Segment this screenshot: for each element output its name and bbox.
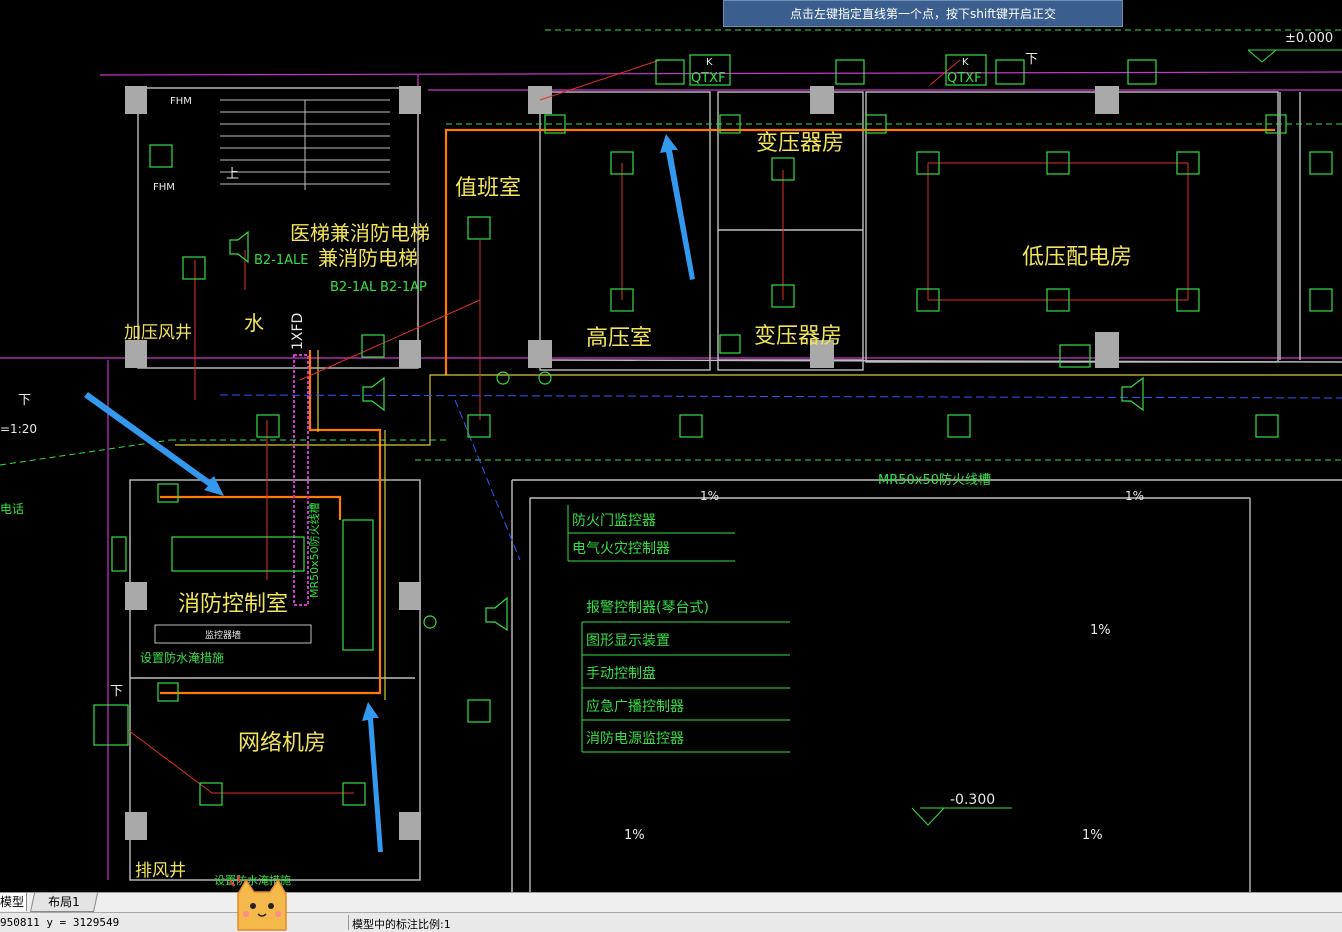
- slope-5: 1%: [1125, 489, 1144, 503]
- tab-layout1-label: 布局1: [48, 895, 80, 909]
- room-fire-control: 消防控制室: [178, 592, 288, 617]
- panel-b2-1ale: B2-1ALE: [254, 253, 309, 268]
- panel-b2-1al: B2-1AL: [330, 280, 377, 295]
- room-transformer-2: 变压器房: [754, 324, 842, 349]
- down-label-1: 下: [18, 393, 31, 408]
- room-transformer-1: 变压器房: [756, 131, 844, 156]
- legend-header: 报警控制器(琴台式): [586, 600, 709, 616]
- text-layer: 值班室 变压器房 变压器房 低压配电房 高压室 消防控制室 网络机房 加压风井 …: [0, 31, 1333, 887]
- waterproof-label-1: 设置防水淹措施: [140, 650, 224, 665]
- cad-drawing-canvas[interactable]: 值班室 变压器房 变压器房 低压配电房 高压室 消防控制室 网络机房 加压风井 …: [0, 0, 1342, 892]
- room-medical-elevator: 医梯兼消防电梯: [290, 221, 430, 245]
- slope-1: 1%: [1090, 623, 1111, 638]
- tab-layout1[interactable]: 布局1: [29, 893, 99, 912]
- fhm-label-1: FHM: [170, 96, 192, 107]
- fhm-label-2: FHM: [153, 182, 175, 193]
- command-tooltip: 点击左键指定直线第一个点，按下shift键开启正交: [723, 0, 1123, 27]
- room-network: 网络机房: [238, 731, 326, 756]
- slope-2: 1%: [624, 828, 645, 843]
- qtxf-label-1: QTXF: [691, 71, 726, 86]
- room-high-voltage: 高压室: [586, 326, 652, 351]
- slope-3: 1%: [1082, 828, 1103, 843]
- legend-item-2: 电气火灾控制器: [572, 540, 670, 557]
- k-label-1: K: [706, 57, 713, 68]
- status-bar: 950811 y = 3129549 模型中的标注比例:1: [0, 912, 1342, 932]
- slope-4: 1%: [700, 489, 719, 503]
- legend-item-3: 图形显示装置: [586, 633, 670, 649]
- layout-tab-bar: 模型 布局1: [0, 892, 1342, 912]
- legend-item-1: 防火门监控器: [572, 513, 656, 529]
- k-label-2: K: [962, 57, 969, 68]
- down-label-3: 下: [1025, 52, 1038, 67]
- cat-mascot-icon[interactable]: [226, 872, 296, 932]
- legend-item-6: 消防电源监控器: [586, 731, 684, 747]
- status-divider: [348, 915, 349, 930]
- ixfd-label: 1XFD: [290, 313, 306, 350]
- cable-tray-vertical-label: MR50x50防火线槽: [307, 502, 321, 598]
- elevation-bottom: -0.300: [950, 792, 995, 808]
- up-label: 上: [226, 167, 239, 182]
- ratio-label: =1:20: [0, 422, 37, 436]
- qtxf-label-2: QTXF: [947, 71, 982, 86]
- label-water: 水: [244, 311, 264, 335]
- room-duty: 值班室: [455, 176, 521, 201]
- legend-item-5: 应急广播控制器: [586, 698, 684, 715]
- annotation-scale[interactable]: 模型中的标注比例:1: [352, 916, 451, 932]
- monitor-wall-label: 监控器墙: [205, 629, 241, 641]
- phone-label: 电话: [0, 502, 24, 516]
- down-label-2: 下: [110, 684, 123, 699]
- tab-model[interactable]: 模型: [0, 893, 27, 911]
- panel-b2-1ap: B2-1AP: [380, 280, 427, 295]
- room-low-voltage: 低压配电房: [1022, 245, 1132, 270]
- coordinate-readout: 950811 y = 3129549: [0, 916, 120, 929]
- elevation-top: ±0.000: [1285, 31, 1333, 46]
- room-exhaust-shaft: 排风井: [135, 861, 186, 881]
- legend-item-4: 手动控制盘: [586, 665, 656, 682]
- cable-tray-label: MR50x50防火线槽: [878, 472, 991, 488]
- room-fire-elevator: 兼消防电梯: [318, 246, 418, 270]
- room-pressurized-shaft: 加压风井: [124, 323, 192, 343]
